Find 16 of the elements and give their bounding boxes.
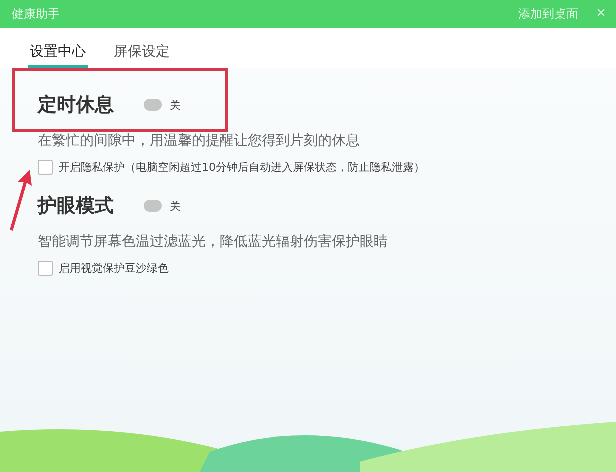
toggle-state-label: 关 [170, 98, 181, 112]
checkbox-label: 启用视觉保护豆沙绿色 [59, 261, 169, 276]
section-description: 在繁忙的间隙中，用温馨的提醒让您得到片刻的休息 [38, 132, 361, 150]
tab[interactable]: 屏保设定 [112, 28, 172, 68]
section-title: 护眼模式 [38, 194, 114, 219]
checkbox-label: 开启隐私保护（电脑空闲超过10分钟后自动进入屏保状态，防止隐私泄露） [59, 160, 425, 175]
arrow-annotation [8, 170, 34, 232]
tab[interactable]: 设置中心 [28, 28, 88, 68]
section-description: 智能调节屏幕色温过滤蓝光，降低蓝光辐射伤害保护眼睛 [38, 233, 389, 251]
toggle-switch[interactable] [144, 99, 162, 111]
section-title: 定时休息 [38, 93, 114, 118]
checkbox[interactable] [38, 261, 53, 276]
toggle-switch[interactable] [144, 200, 162, 212]
checkbox[interactable] [38, 160, 53, 175]
window-title: 健康助手 [12, 6, 60, 22]
toggle-state-label: 关 [170, 198, 181, 214]
